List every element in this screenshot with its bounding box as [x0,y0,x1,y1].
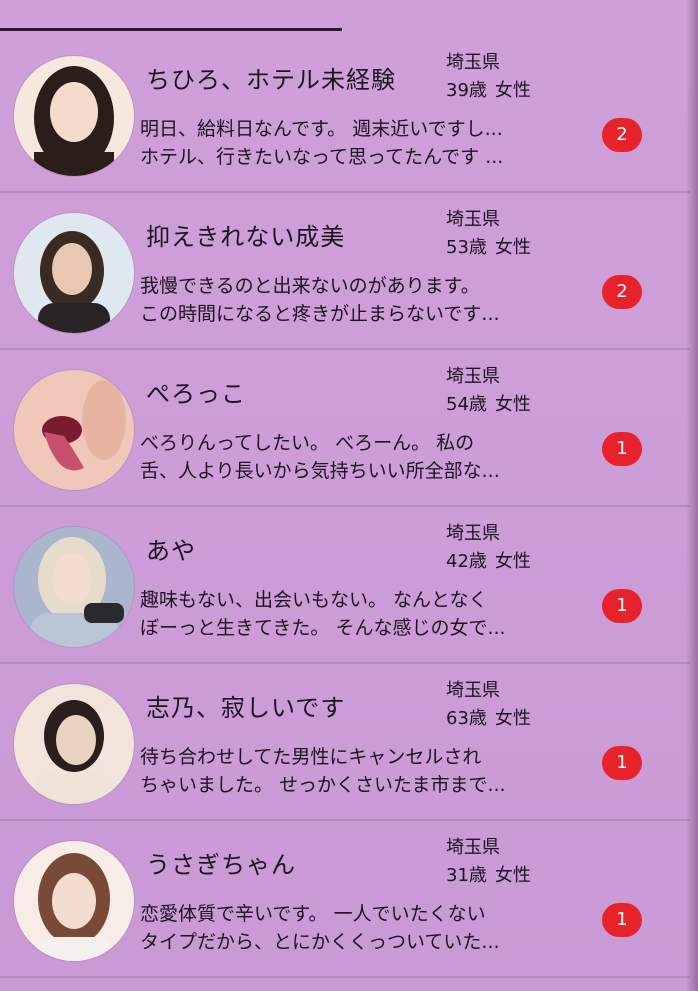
gender: 女性 [494,865,531,886]
message-preview-line1: 我慢できるのと出来ないのがあります。 [140,275,480,297]
avatar[interactable] [14,56,134,176]
unread-badge: 2 [602,118,642,152]
contact-name: あや [146,537,196,565]
profile-photo-icon [14,370,134,490]
conversation-row[interactable]: うさぎちゃん 埼玉県 31歳 女性 恋愛体質で辛いです。 一人でいたくない タイプ… [0,821,690,978]
profile-photo-icon [14,527,134,647]
age: 54歳 [446,394,487,415]
unread-badge: 1 [602,432,642,466]
message-preview-line2: 舌、人より長いから気持ちいい所全部な... [140,460,500,482]
conversation-row[interactable]: ちひろ、ホテル未経験 埼玉県 39歳 女性 明日、給料日なんです。 週末近いですし… [0,36,690,193]
conversation-row[interactable]: あや 埼玉県 42歳 女性 趣味もない、出会いもない。 なんとなく ぼーっと生きて… [0,507,690,664]
avatar[interactable] [14,213,134,333]
age-gender: 31歳 女性 [446,861,531,887]
chat-list-screen: ちひろ、ホテル未経験 埼玉県 39歳 女性 明日、給料日なんです。 週末近いですし… [0,0,698,991]
prefecture: 埼玉県 [446,366,500,387]
age: 63歳 [446,708,487,729]
message-preview-line2: ぼーっと生きてきた。 そんな感じの女で... [140,617,506,639]
profile-photo-icon [14,213,134,333]
message-preview-line1: べろりんってしたい。 べろーん。 私の [140,432,475,454]
conversation-list[interactable]: ちひろ、ホテル未経験 埼玉県 39歳 女性 明日、給料日なんです。 週末近いですし… [0,36,690,978]
message-preview-line2: ちゃいました。 せっかくさいたま市まで... [140,774,506,796]
prefecture: 埼玉県 [446,837,500,858]
gender: 女性 [494,708,531,729]
age: 39歳 [446,80,487,101]
age: 31歳 [446,865,487,886]
age-gender: 39歳 女性 [446,76,531,102]
prefecture: 埼玉県 [446,209,500,230]
gender: 女性 [494,80,531,101]
unread-badge: 1 [602,903,642,937]
avatar[interactable] [14,684,134,804]
age: 42歳 [446,551,487,572]
gender: 女性 [494,237,531,258]
profile-photo-icon [14,56,134,176]
message-preview-line1: 趣味もない、出会いもない。 なんとなく [140,589,488,611]
profile-photo-icon [14,684,134,804]
prefecture: 埼玉県 [446,523,500,544]
unread-badge: 1 [602,589,642,623]
contact-name: 志乃、寂しいです [146,694,346,722]
contact-name: 抑えきれない成美 [146,223,346,251]
contact-name: ちひろ、ホテル未経験 [146,66,396,94]
message-preview-line1: 待ち合わせしてた男性にキャンセルされ [140,746,482,768]
contact-name: うさぎちゃん [146,851,296,879]
age-gender: 63歳 女性 [446,704,531,730]
screen-edge [686,0,698,991]
gender: 女性 [494,394,531,415]
age-gender: 53歳 女性 [446,233,531,259]
age-gender: 54歳 女性 [446,390,531,416]
message-preview-line1: 明日、給料日なんです。 週末近いですし... [140,118,503,140]
age: 53歳 [446,237,487,258]
avatar[interactable] [14,527,134,647]
age-gender: 42歳 女性 [446,547,531,573]
message-preview-line2: タイプだから、とにかくくっついていた... [140,931,500,953]
tab-indicator [0,28,342,31]
prefecture: 埼玉県 [446,680,500,701]
avatar[interactable] [14,841,134,961]
message-preview-line2: ホテル、行きたいなって思ってたんです ... [140,146,504,168]
conversation-row[interactable]: ぺろっこ 埼玉県 54歳 女性 べろりんってしたい。 べろーん。 私の 舌、人より… [0,350,690,507]
message-preview-line2: この時間になると疼きが止まらないです... [140,303,500,325]
message-preview-line1: 恋愛体質で辛いです。 一人でいたくない [140,903,486,925]
prefecture: 埼玉県 [446,52,500,73]
conversation-row[interactable]: 志乃、寂しいです 埼玉県 63歳 女性 待ち合わせしてた男性にキャンセルされ ちゃ… [0,664,690,821]
contact-name: ぺろっこ [146,380,246,408]
avatar[interactable] [14,370,134,490]
gender: 女性 [494,551,531,572]
profile-photo-icon [14,841,134,961]
unread-badge: 1 [602,746,642,780]
conversation-row[interactable]: 抑えきれない成美 埼玉県 53歳 女性 我慢できるのと出来ないのがあります。 この… [0,193,690,350]
unread-badge: 2 [602,275,642,309]
